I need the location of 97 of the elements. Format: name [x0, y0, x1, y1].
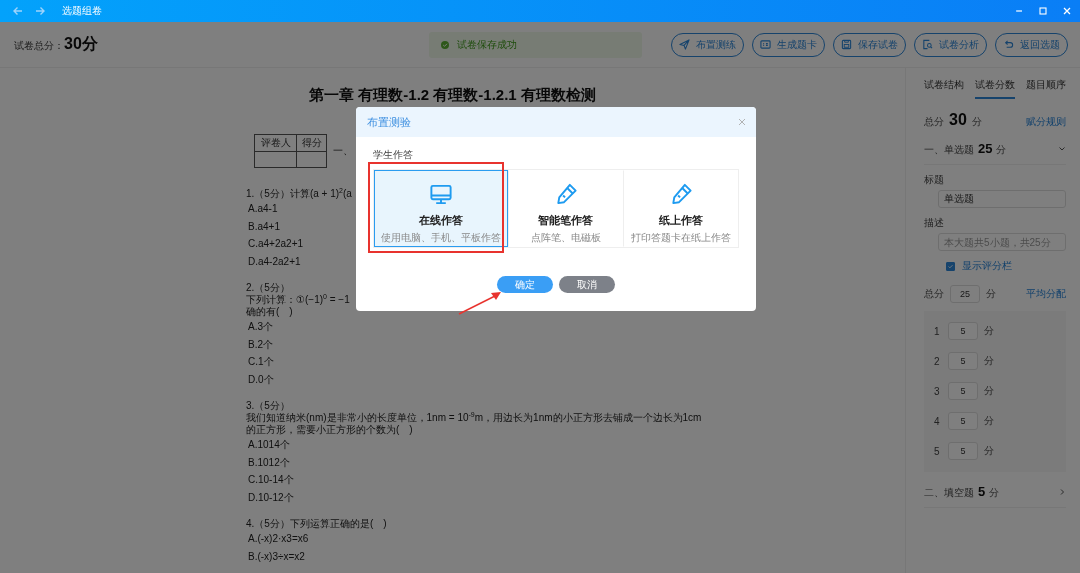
answer-option: C.10-14个	[248, 471, 294, 489]
total-score-value: 30分	[64, 34, 98, 54]
toolbar-button[interactable]: 试卷分析	[914, 32, 987, 57]
confirm-button[interactable]: 确定	[497, 276, 553, 293]
send-icon	[679, 39, 690, 50]
score-field[interactable]: 25	[950, 285, 980, 303]
answer-option: B.(-x)3÷x=x2	[248, 547, 305, 565]
chevron-right-icon[interactable]	[1058, 488, 1066, 496]
forward-arrow-icon[interactable]	[34, 5, 46, 17]
dialog-title: 布置测验	[367, 114, 412, 130]
question-text: 2.（5分）	[246, 282, 290, 294]
answer-option: A.3个	[248, 318, 273, 336]
chevron-down-icon[interactable]	[1058, 145, 1066, 153]
toolbar-button[interactable]: 保存试卷	[833, 32, 906, 57]
question-text: 的正方形，需要小正方形的个数为( )	[246, 424, 413, 436]
score-field[interactable]: 5	[948, 442, 978, 460]
title-field[interactable]: 单选题	[938, 190, 1066, 208]
score-field[interactable]: 5	[948, 352, 978, 370]
section-score: 5	[978, 484, 986, 499]
document-search-icon	[922, 39, 933, 50]
total-label: 总分	[924, 115, 944, 129]
panel-tab[interactable]: 试卷结构	[924, 76, 964, 99]
unit-label: 分	[984, 444, 992, 458]
question-text: 3.（5分）	[246, 400, 290, 412]
monitor-icon	[428, 182, 454, 207]
option-title: 智能笔作答	[538, 213, 593, 228]
section-heading: 一、	[333, 144, 353, 158]
toolbar-button[interactable]: 生成题卡	[752, 32, 825, 57]
maximize-icon[interactable]	[1038, 6, 1048, 16]
answer-option: A.a4-1	[248, 200, 278, 218]
average-link[interactable]: 平均分配	[1026, 287, 1066, 301]
question-text: 我们知道纳米(nm)是非常小的长度单位，1nm = 10$^{-9}$m，用边长为1nm的小正方形去铺成一个边长为1cm	[246, 412, 702, 424]
answer-option: D.10-12个	[248, 488, 294, 506]
unit-label: 分	[984, 354, 992, 368]
table-cell	[254, 151, 297, 168]
answer-option: C.a4+2a2+1	[248, 235, 304, 253]
table-cell	[296, 151, 327, 168]
toolbar-button[interactable]: 返回选题	[995, 32, 1068, 57]
question-text: 4.（5分）下列运算正确的是( )	[246, 518, 387, 530]
checkmark-icon	[947, 262, 954, 270]
panel-tab[interactable]: 试卷分数	[975, 76, 1015, 99]
unit-label: 分	[986, 287, 996, 301]
answer-option: B.1012个	[248, 453, 290, 471]
total-score: 30	[949, 111, 967, 129]
total-score-label: 试卷总分：	[14, 39, 64, 53]
question-number: 2	[934, 355, 941, 367]
unit-label: 分	[996, 143, 1007, 157]
field-label: 总分	[924, 287, 944, 301]
section-score: 25	[978, 141, 993, 156]
answer-option: C.1个	[248, 353, 274, 371]
checkbox-label: 显示评分栏	[962, 259, 1012, 273]
question-number: 3	[934, 385, 941, 397]
table-header-cell: 评卷人	[254, 134, 297, 152]
option-description: 打印答题卡在纸上作答	[630, 231, 731, 245]
score-field[interactable]: 5	[948, 322, 978, 340]
question-number: 4	[934, 415, 941, 427]
question-text: 下列计算：①(−1)$^{0}$ = −1	[246, 294, 350, 306]
toast-message: 试卷保存成功	[456, 37, 517, 52]
field-label: 描述	[924, 216, 944, 230]
unit-label: 分	[989, 486, 1000, 500]
close-icon[interactable]	[738, 118, 746, 126]
answer-mode-option[interactable]: 在线作答 使用电脑、手机、平板作答	[374, 170, 508, 247]
option-description: 点阵笔、电磁板	[530, 231, 601, 245]
answer-option: A.1014个	[248, 436, 290, 454]
return-icon	[1003, 39, 1014, 50]
save-icon	[841, 39, 852, 50]
answer-option: B.2个	[248, 335, 273, 353]
question-text: 1.（5分）计算(a + 1)$^{2}$(a	[246, 188, 352, 200]
panel-tab[interactable]: 题目顺序	[1026, 76, 1066, 99]
score-field[interactable]: 5	[948, 412, 978, 430]
answer-option: D.0个	[248, 370, 274, 388]
unit-label: 分	[984, 324, 992, 338]
unit-label: 分	[971, 115, 982, 129]
answer-option: A.(-x)2·x3=x6	[248, 530, 309, 548]
unit-label: 分	[984, 414, 992, 428]
field-label: 标题	[924, 173, 944, 187]
checkbox[interactable]	[946, 261, 955, 271]
score-field[interactable]: 5	[948, 382, 978, 400]
option-title: 纸上作答	[658, 213, 703, 228]
paper-title: 第一章 有理数-1.2 有理数-1.2.1 有理数检测	[308, 86, 597, 104]
scoring-rules-link[interactable]: 赋分规则	[1026, 115, 1066, 129]
unit-label: 分	[984, 384, 992, 398]
toolbar-button[interactable]: 布置测练	[671, 32, 744, 57]
check-circle-icon	[440, 40, 449, 49]
table-header-cell: 得分	[296, 134, 327, 152]
back-arrow-icon[interactable]	[12, 5, 24, 17]
question-number: 1	[934, 325, 941, 337]
card-icon	[760, 39, 771, 50]
question-number: 5	[934, 445, 941, 457]
answer-option: D.a4-2a2+1	[248, 252, 301, 270]
option-title: 在线作答	[419, 213, 463, 228]
option-description: 使用电脑、手机、平板作答	[381, 231, 501, 245]
section-label: 学生作答	[373, 148, 413, 162]
cancel-button[interactable]: 取消	[559, 276, 615, 293]
window-title: 选题组卷	[62, 4, 103, 18]
question-text: 确的有( )	[246, 306, 293, 318]
answer-option: B.a4+1	[248, 217, 280, 235]
